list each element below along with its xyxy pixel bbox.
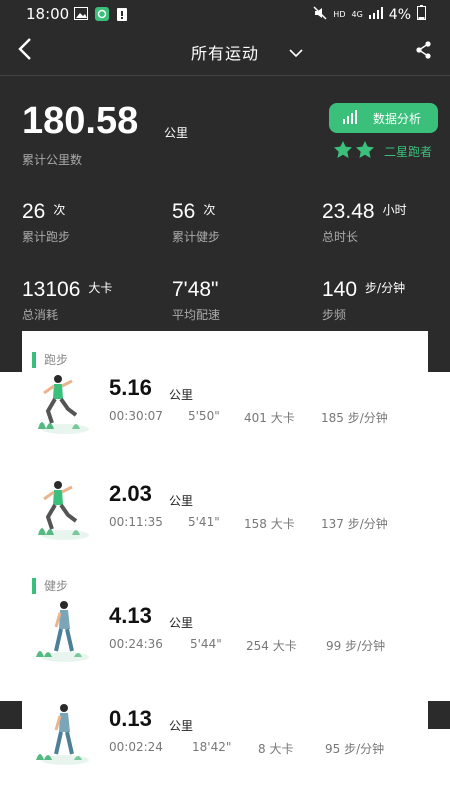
stat-unit: 次: [53, 203, 66, 217]
record-calories: 254 大卡: [246, 639, 297, 653]
image-notification-icon: [74, 7, 88, 24]
record-cadence: 99 步/分钟: [326, 639, 386, 653]
top-nav: 所有运动: [0, 28, 450, 74]
record-distance-unit: 公里: [169, 616, 194, 630]
stat-label: 平均配速: [172, 308, 221, 322]
hd-label: HD: [333, 10, 346, 19]
stat-label: 累计健步: [172, 230, 221, 244]
stat-avg-pace: 7'48" 平均配速: [172, 278, 227, 323]
record-duration: 00:24:36: [109, 637, 163, 651]
nav-divider: [0, 75, 450, 76]
stat-label: 累计跑步: [22, 230, 71, 244]
section-header-run: 跑步: [32, 351, 68, 368]
data-analysis-button[interactable]: 数据分析: [329, 103, 438, 133]
record-pace: 5'50": [188, 409, 220, 423]
record-distance: 0.13: [109, 706, 152, 731]
stat-walk-count: 56 次 累计健步: [172, 200, 220, 245]
share-button[interactable]: [416, 41, 432, 63]
status-bar: 18:00 HD 4G 4%: [0, 0, 450, 28]
section-marker: [32, 351, 36, 368]
signal-icon: [368, 6, 383, 23]
app-notification-icon: [95, 7, 109, 25]
stat-label: 总时长: [322, 230, 359, 244]
record-duration: 00:30:07: [109, 409, 163, 423]
record-pace: 5'44": [190, 637, 222, 651]
record-item-run-1[interactable]: 5.16 公里 00:30:07 5'50" 401 大卡 185 步/分钟: [22, 371, 428, 461]
star-icon: [356, 141, 374, 161]
stat-unit: 步/分钟: [365, 281, 406, 295]
total-distance: 180.58: [22, 100, 139, 142]
battery-icon: [417, 5, 426, 24]
record-distance: 5.16: [109, 375, 152, 400]
record-distance-unit: 公里: [169, 388, 194, 402]
status-time: 18:00: [26, 5, 70, 23]
stat-value: 140: [322, 278, 358, 301]
record-cadence: 137 步/分钟: [321, 517, 388, 531]
stat-unit: 小时: [382, 203, 407, 217]
record-item-walk-2[interactable]: 0.13 公里 00:02:24 18'42" 8 大卡 95 步/分钟: [22, 702, 428, 792]
record-cadence: 95 步/分钟: [325, 742, 385, 756]
stat-value: 13106: [22, 278, 81, 301]
record-item-walk-1[interactable]: 4.13 公里 00:24:36 5'44" 254 大卡 99 步/分钟: [22, 599, 428, 689]
star-icon: [334, 141, 352, 161]
mute-icon: [313, 5, 327, 24]
stat-unit: 次: [203, 203, 216, 217]
record-distance: 4.13: [109, 603, 152, 628]
data-analysis-label: 数据分析: [373, 111, 422, 126]
stat-label: 总消耗: [22, 308, 59, 322]
total-distance-label: 累计公里数: [22, 153, 83, 167]
stat-value: 56: [172, 200, 196, 223]
walker-illustration-icon: [32, 599, 98, 669]
chevron-down-icon[interactable]: [288, 43, 304, 62]
section-marker: [32, 577, 36, 594]
record-duration: 00:02:24: [109, 740, 163, 754]
battery-percent: 4%: [388, 6, 411, 23]
walker-illustration-icon: [32, 702, 98, 772]
record-distance: 2.03: [109, 481, 152, 506]
section-title: 健步: [44, 579, 69, 593]
stat-run-count: 26 次 累计跑步: [22, 200, 70, 245]
stat-label: 步频: [322, 308, 347, 322]
record-calories: 401 大卡: [244, 411, 295, 425]
runner-illustration-icon: [32, 371, 98, 441]
bar-chart-icon: [343, 109, 359, 127]
record-cadence: 185 步/分钟: [321, 411, 388, 425]
record-duration: 00:11:35: [109, 515, 163, 529]
section-header-walk: 健步: [32, 577, 68, 594]
stat-cadence: 140 步/分钟 步频: [322, 278, 405, 323]
stat-value: 23.48: [322, 200, 375, 223]
stat-calories: 13106 大卡 总消耗: [22, 278, 112, 323]
network-type: 4G: [351, 10, 363, 19]
records-card: 跑步 5.16 公里 00:30:07 5'50" 401 大卡 185 步/分…: [22, 331, 428, 800]
record-calories: 158 大卡: [244, 517, 295, 531]
total-distance-unit: 公里: [164, 126, 189, 140]
section-title: 跑步: [44, 353, 69, 367]
runner-illustration-icon: [32, 477, 98, 547]
stat-unit: 大卡: [88, 281, 113, 295]
sport-filter-title[interactable]: 所有运动: [0, 40, 450, 64]
stat-value: 26: [22, 200, 46, 223]
record-calories: 8 大卡: [258, 742, 294, 756]
stat-value: 7'48": [172, 278, 219, 301]
alert-notification-icon: [117, 7, 127, 25]
record-distance-unit: 公里: [169, 719, 194, 733]
runner-level: 二星跑者: [384, 144, 433, 159]
record-item-run-2[interactable]: 2.03 公里 00:11:35 5'41" 158 大卡 137 步/分钟: [22, 477, 428, 567]
record-pace: 5'41": [188, 515, 220, 529]
record-distance-unit: 公里: [169, 494, 194, 508]
stat-total-time: 23.48 小时 总时长: [322, 200, 407, 245]
runner-rating: 二星跑者: [334, 141, 432, 161]
record-pace: 18'42": [192, 740, 232, 754]
